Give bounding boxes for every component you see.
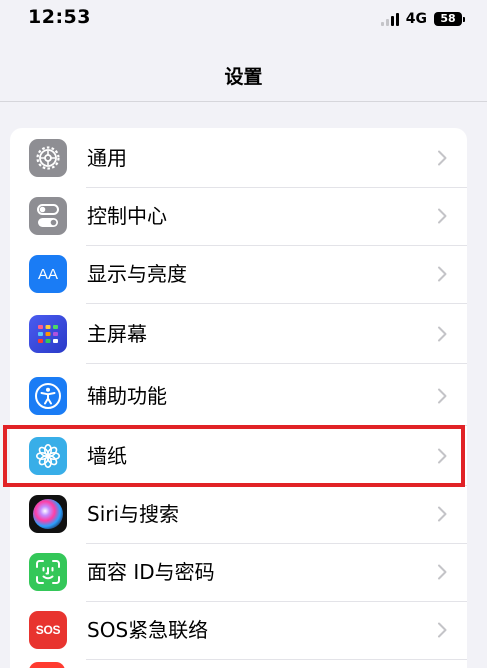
settings-row-label: 面容 ID与密码: [87, 560, 215, 584]
text-size-icon: AA: [29, 255, 67, 293]
status-indicators: 4G 58: [380, 10, 465, 28]
network-type: 4G: [405, 11, 427, 27]
settings-row-label: 显示与亮度: [87, 262, 187, 286]
settings-row-display-brightness[interactable]: AA 显示与亮度: [10, 244, 467, 304]
app-grid-icon: [29, 315, 67, 353]
chevron-right-icon: [438, 326, 447, 342]
settings-row-control-center[interactable]: 控制中心: [10, 186, 467, 246]
settings-group: 通用 控制中心 AA 显示与亮度 主屏幕 辅助功能 墙纸 Siri与搜索 面容 …: [10, 128, 467, 668]
settings-row-label: SOS紧急联络: [87, 618, 209, 642]
sos-icon: SOS: [29, 611, 67, 649]
settings-row-home-screen[interactable]: 主屏幕: [10, 304, 467, 364]
siri-icon: [29, 495, 67, 533]
settings-row-siri-search[interactable]: Siri与搜索: [10, 484, 467, 544]
battery-level: 58: [434, 12, 462, 26]
chevron-right-icon: [438, 506, 447, 522]
next-row-icon-partial: [29, 662, 65, 668]
face-id-icon: [29, 553, 67, 591]
chevron-right-icon: [438, 150, 447, 166]
settings-row-accessibility[interactable]: 辅助功能: [10, 366, 467, 426]
chevron-right-icon: [438, 208, 447, 224]
status-bar: 12:53 4G 58: [0, 0, 487, 40]
settings-row-general[interactable]: 通用: [10, 128, 467, 188]
settings-row-label: 控制中心: [87, 204, 167, 228]
flower-icon: [29, 437, 67, 475]
chevron-right-icon: [438, 622, 447, 638]
navigation-bar: 设置: [0, 40, 487, 102]
chevron-right-icon: [438, 448, 447, 464]
gear-icon: [29, 139, 67, 177]
settings-row-emergency-sos[interactable]: SOS SOS紧急联络: [10, 600, 467, 660]
settings-row-face-id-passcode[interactable]: 面容 ID与密码: [10, 542, 467, 602]
settings-screen: 12:53 4G 58 设置 通用 控制中心 AA 显示与亮度 主屏幕 辅助功能…: [0, 0, 487, 668]
settings-row-wallpaper[interactable]: 墙纸: [10, 426, 467, 486]
toggles-icon: [29, 197, 67, 235]
status-time: 12:53: [28, 6, 91, 28]
page-title: 设置: [224, 66, 263, 88]
settings-row-label: 墙纸: [87, 444, 127, 468]
settings-row-label: Siri与搜索: [87, 502, 180, 526]
battery-icon: 58: [434, 12, 465, 26]
settings-row-label: 辅助功能: [87, 384, 167, 408]
cellular-signal-icon: [380, 12, 399, 26]
settings-row-label: 通用: [87, 146, 127, 170]
chevron-right-icon: [438, 564, 447, 580]
settings-row-label: 主屏幕: [87, 322, 147, 346]
chevron-right-icon: [438, 266, 447, 282]
chevron-right-icon: [438, 388, 447, 404]
accessibility-icon: [29, 377, 67, 415]
